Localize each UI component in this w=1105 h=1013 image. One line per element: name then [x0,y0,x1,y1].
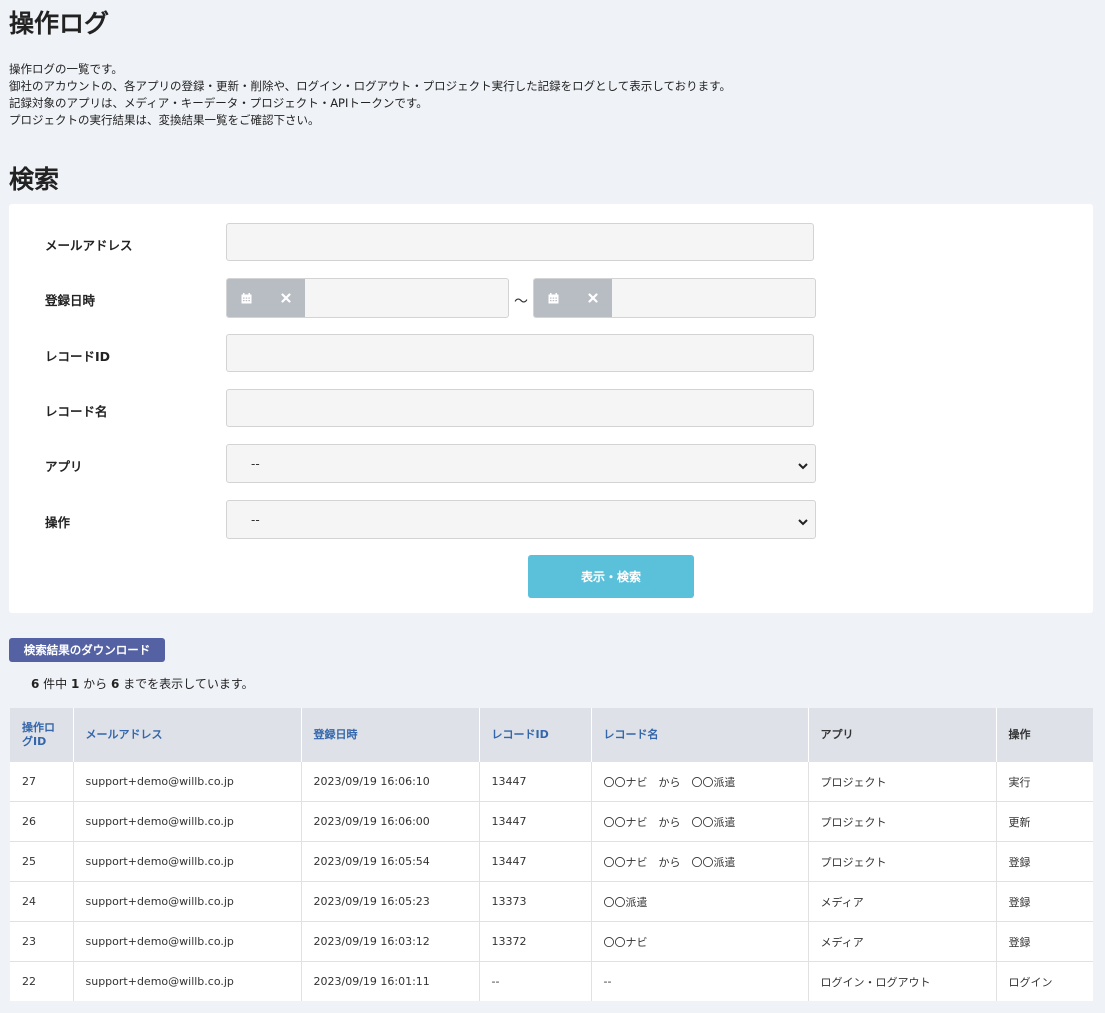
app-select-value: -- [251,457,260,471]
cell-record-id: 13447 [478,801,591,842]
cell-email: support+demo@willb.co.jp [72,801,301,842]
page-title: 操作ログ [9,9,110,38]
record-name-label: レコード名 [45,404,108,419]
date-buttons [534,279,612,317]
cell-date: 2023/09/19 16:06:10 [300,762,479,802]
record-id-label: レコードID [45,349,111,364]
table-row: 25 support+demo@willb.co.jp 2023/09/19 1… [10,841,1093,882]
cell-operation: 登録 [995,921,1093,962]
cell-email: support+demo@willb.co.jp [72,762,301,802]
record-id-field[interactable] [226,334,814,372]
cell-operation: ログイン [995,961,1093,1001]
cell-log-id: 26 [10,801,73,842]
description-line: 操作ログの一覧です。 [9,62,123,76]
cell-record-id: 13447 [478,762,591,802]
column-header-date[interactable]: 登録日時 [300,708,479,762]
cell-app: プロジェクト [807,801,996,842]
cell-operation: 登録 [995,881,1093,922]
cell-log-id: 25 [10,841,73,882]
cell-date: 2023/09/19 16:05:54 [300,841,479,882]
cell-app: プロジェクト [807,762,996,802]
count-text: までを表示しています。 [119,677,254,691]
cell-log-id: 22 [10,961,73,1001]
cell-record-name: 〇〇ナビ から 〇〇派遣 [590,762,808,802]
table-header-row: 操作ログID メールアドレス 登録日時 レコードID レコード名 アプリ 操作 [10,708,1093,762]
cell-record-id: 13373 [478,881,591,922]
cell-date: 2023/09/19 16:06:00 [300,801,479,842]
email-field[interactable] [226,223,814,261]
cell-log-id: 24 [10,881,73,922]
result-count: 6 件中 1 から 6 までを表示しています。 [31,675,254,692]
search-panel: メールアドレス 登録日時 ～ レコードID レコード名 アプリ -- 操作 --… [9,204,1093,613]
chevron-down-icon [797,457,809,476]
table-row: 22 support+demo@willb.co.jp 2023/09/19 1… [10,961,1093,1001]
table-row: 23 support+demo@willb.co.jp 2023/09/19 1… [10,921,1093,962]
cell-date: 2023/09/19 16:01:11 [300,961,479,1001]
operation-label: 操作 [45,515,71,530]
cell-record-name: 〇〇ナビ [590,921,808,962]
cell-date: 2023/09/19 16:03:12 [300,921,479,962]
date-range-separator: ～ [514,294,528,310]
description-line: プロジェクトの実行結果は、変換結果一覧をご確認下さい。 [9,113,320,127]
cell-log-id: 23 [10,921,73,962]
column-header-log-id[interactable]: 操作ログID [10,708,73,762]
column-header-app: アプリ [807,708,996,762]
search-button[interactable]: 表示・検索 [528,555,694,598]
count-text: 件中 [39,677,71,691]
table-row: 27 support+demo@willb.co.jp 2023/09/19 1… [10,762,1093,802]
cell-record-name: 〇〇ナビ から 〇〇派遣 [590,801,808,842]
cell-operation: 更新 [995,801,1093,842]
cell-record-id: -- [478,961,591,1001]
date-to-input[interactable] [612,279,815,317]
cell-record-id: 13447 [478,841,591,882]
app-label: アプリ [45,459,83,474]
date-from-picker [226,278,509,318]
column-header-email[interactable]: メールアドレス [72,708,301,762]
cell-email: support+demo@willb.co.jp [72,921,301,962]
download-results-button[interactable]: 検索結果のダウンロード [9,638,165,662]
column-header-record-id[interactable]: レコードID [478,708,591,762]
results-table: 操作ログID メールアドレス 登録日時 レコードID レコード名 アプリ 操作 … [10,708,1093,1001]
calendar-icon[interactable] [534,279,573,317]
cell-record-name: 〇〇派遣 [590,881,808,922]
operation-select-value: -- [251,513,260,527]
cell-operation: 実行 [995,762,1093,802]
app-select[interactable]: -- [226,444,816,483]
cell-operation: 登録 [995,841,1093,882]
cell-app: プロジェクト [807,841,996,882]
cell-date: 2023/09/19 16:05:23 [300,881,479,922]
column-header-operation: 操作 [995,708,1093,762]
count-text: から [79,677,111,691]
cell-record-name: -- [590,961,808,1001]
cell-app: ログイン・ログアウト [807,961,996,1001]
description-line: 御社のアカウントの、各アプリの登録・更新・削除や、ログイン・ログアウト・プロジェ… [9,79,731,93]
cell-app: メディア [807,881,996,922]
close-icon[interactable] [266,279,305,317]
description-line: 記録対象のアプリは、メディア・キーデータ・プロジェクト・APIトークンです。 [9,96,428,110]
cell-email: support+demo@willb.co.jp [72,841,301,882]
cell-app: メディア [807,921,996,962]
cell-record-name: 〇〇ナビ から 〇〇派遣 [590,841,808,882]
page-description: 操作ログの一覧です。 御社のアカウントの、各アプリの登録・更新・削除や、ログイン… [9,61,731,129]
record-name-field[interactable] [226,389,814,427]
chevron-down-icon [797,513,809,532]
date-buttons [227,279,305,317]
table-row: 26 support+demo@willb.co.jp 2023/09/19 1… [10,801,1093,842]
operation-select[interactable]: -- [226,500,816,539]
cell-log-id: 27 [22,775,36,788]
cell-email: support+demo@willb.co.jp [72,881,301,922]
column-header-record-name[interactable]: レコード名 [590,708,808,762]
search-section-title: 検索 [9,165,60,194]
date-label: 登録日時 [45,293,96,308]
email-label: メールアドレス [45,238,133,253]
calendar-icon[interactable] [227,279,266,317]
table-row: 24 support+demo@willb.co.jp 2023/09/19 1… [10,881,1093,922]
cell-record-id: 13372 [478,921,591,962]
date-from-input[interactable] [305,279,508,317]
date-to-picker [533,278,816,318]
cell-email: support+demo@willb.co.jp [72,961,301,1001]
close-icon[interactable] [573,279,612,317]
